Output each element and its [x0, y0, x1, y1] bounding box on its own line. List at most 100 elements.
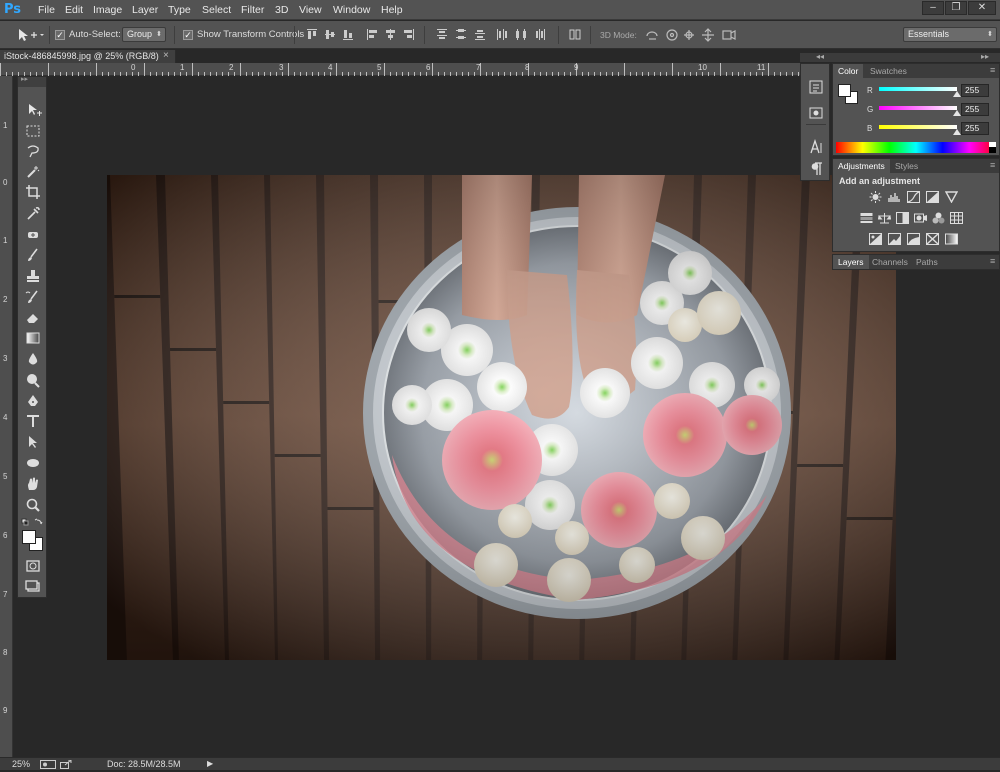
- paragraph-panel-icon[interactable]: [808, 161, 824, 177]
- menu-image[interactable]: Image: [93, 3, 122, 17]
- align-horizontal-centers-icon[interactable]: [384, 28, 396, 41]
- panel-menu-icon[interactable]: ≡: [990, 256, 995, 266]
- close-document-icon[interactable]: ×: [163, 50, 169, 61]
- selective-color-icon[interactable]: [926, 233, 939, 245]
- gradient-map-icon[interactable]: [945, 233, 958, 245]
- menu-help[interactable]: Help: [381, 3, 403, 17]
- dodge-tool-icon[interactable]: [24, 372, 42, 388]
- blue-slider-knob[interactable]: [953, 129, 961, 135]
- auto-select-target-dropdown[interactable]: Group ⬍: [122, 27, 166, 42]
- distribute-top-icon[interactable]: [436, 28, 448, 41]
- share-icon[interactable]: [60, 759, 72, 769]
- curves-icon[interactable]: [907, 191, 920, 203]
- type-tool-icon[interactable]: [24, 413, 42, 429]
- color-fg-bg-swatches[interactable]: [838, 84, 860, 106]
- spot-healing-brush-icon[interactable]: [24, 227, 42, 243]
- foreground-color-swatch[interactable]: [22, 530, 36, 544]
- character-panel-icon[interactable]: [808, 139, 824, 155]
- pen-tool-icon[interactable]: [24, 393, 42, 409]
- align-left-edges-icon[interactable]: [366, 28, 378, 41]
- eraser-tool-icon[interactable]: [24, 309, 42, 325]
- history-brush-icon[interactable]: [24, 289, 42, 305]
- distribute-vertical-centers-icon[interactable]: [455, 28, 467, 41]
- channel-mixer-icon[interactable]: [932, 212, 945, 224]
- red-value-input[interactable]: 255: [961, 84, 989, 97]
- menu-type[interactable]: Type: [168, 3, 191, 17]
- quick-mask-icon[interactable]: [24, 558, 42, 574]
- tab-swatches[interactable]: Swatches: [865, 64, 912, 78]
- menu-filter[interactable]: Filter: [241, 3, 264, 17]
- eyedropper-icon[interactable]: [24, 205, 42, 221]
- zoom-tool-icon[interactable]: [24, 497, 42, 513]
- status-menu-arrow[interactable]: ▶: [207, 759, 213, 768]
- collapse-strip-icon[interactable]: ◂◂: [816, 52, 824, 61]
- align-top-edges-icon[interactable]: [306, 28, 318, 41]
- auto-align-layers-icon[interactable]: [569, 28, 581, 41]
- foreground-background-colors[interactable]: [21, 529, 45, 553]
- zoom-level[interactable]: 25%: [12, 759, 30, 769]
- crop-tool-icon[interactable]: [24, 184, 42, 200]
- screen-mode-icon[interactable]: [24, 578, 42, 594]
- menu-3d[interactable]: 3D: [275, 3, 288, 17]
- align-right-edges-icon[interactable]: [402, 28, 414, 41]
- foreground-color-swatch[interactable]: [838, 84, 851, 97]
- proof-icon[interactable]: [40, 760, 56, 769]
- tools-panel-grip[interactable]: ▸▸: [18, 75, 46, 87]
- green-value-input[interactable]: 255: [961, 103, 989, 116]
- red-slider-knob[interactable]: [953, 91, 961, 97]
- properties-panel-icon[interactable]: [808, 105, 824, 121]
- green-slider-track[interactable]: [879, 106, 957, 110]
- invert-icon[interactable]: [869, 233, 882, 245]
- hand-tool-icon[interactable]: [24, 476, 42, 492]
- tab-adjustments[interactable]: Adjustments: [833, 159, 890, 173]
- ramp-black-swatch[interactable]: [989, 147, 996, 153]
- quick-selection-icon[interactable]: [24, 164, 42, 180]
- photo-filter-icon[interactable]: [914, 212, 927, 224]
- distribute-right-icon[interactable]: [534, 28, 546, 41]
- tab-color[interactable]: Color: [833, 64, 864, 78]
- lasso-tool-icon[interactable]: [24, 143, 42, 159]
- levels-icon[interactable]: [888, 191, 901, 203]
- brush-tool-icon[interactable]: [24, 247, 42, 263]
- swap-colors-icon[interactable]: [21, 518, 43, 528]
- green-slider-knob[interactable]: [953, 110, 961, 116]
- posterize-icon[interactable]: [888, 233, 901, 245]
- align-vertical-centers-icon[interactable]: [324, 28, 336, 41]
- menu-window[interactable]: Window: [333, 3, 370, 17]
- tab-channels[interactable]: Channels: [867, 255, 913, 269]
- document-image[interactable]: [107, 175, 896, 660]
- close-window-button[interactable]: ✕: [968, 1, 996, 15]
- blue-slider-track[interactable]: [879, 125, 957, 129]
- tab-styles[interactable]: Styles: [890, 159, 923, 173]
- workspace-dropdown[interactable]: Essentials ⬍: [903, 27, 997, 42]
- expand-tools-icon[interactable]: ▸▸: [21, 75, 28, 83]
- red-slider-track[interactable]: [879, 87, 957, 91]
- panel-menu-icon[interactable]: ≡: [990, 160, 995, 170]
- clone-stamp-icon[interactable]: [24, 268, 42, 284]
- menu-select[interactable]: Select: [202, 3, 231, 17]
- document-tab[interactable]: iStock-486845998.jpg @ 25% (RGB/8) ×: [0, 50, 176, 63]
- distribute-left-icon[interactable]: [496, 28, 508, 41]
- align-bottom-edges-icon[interactable]: [342, 28, 354, 41]
- color-balance-icon[interactable]: [878, 212, 891, 224]
- restore-button[interactable]: ❐: [945, 1, 967, 15]
- collapse-panels-icon[interactable]: ▸▸: [981, 52, 989, 61]
- blue-value-input[interactable]: 255: [961, 122, 989, 135]
- rectangular-marquee-icon[interactable]: [24, 123, 42, 139]
- distribute-horizontal-centers-icon[interactable]: [515, 28, 527, 41]
- distribute-bottom-icon[interactable]: [474, 28, 486, 41]
- menu-file[interactable]: File: [38, 3, 55, 17]
- gradient-tool-icon[interactable]: [24, 330, 42, 346]
- exposure-icon[interactable]: [926, 191, 939, 203]
- panel-menu-icon[interactable]: ≡: [990, 65, 995, 75]
- move-tool-icon[interactable]: [24, 102, 42, 118]
- vibrance-icon[interactable]: [945, 191, 958, 203]
- color-spectrum-ramp[interactable]: [836, 142, 996, 153]
- history-panel-icon[interactable]: [808, 79, 824, 95]
- menu-edit[interactable]: Edit: [65, 3, 83, 17]
- tab-paths[interactable]: Paths: [911, 255, 943, 269]
- brightness-contrast-icon[interactable]: [869, 191, 882, 203]
- black-white-icon[interactable]: [896, 212, 909, 224]
- minimize-button[interactable]: –: [922, 1, 944, 15]
- path-selection-icon[interactable]: [24, 434, 42, 450]
